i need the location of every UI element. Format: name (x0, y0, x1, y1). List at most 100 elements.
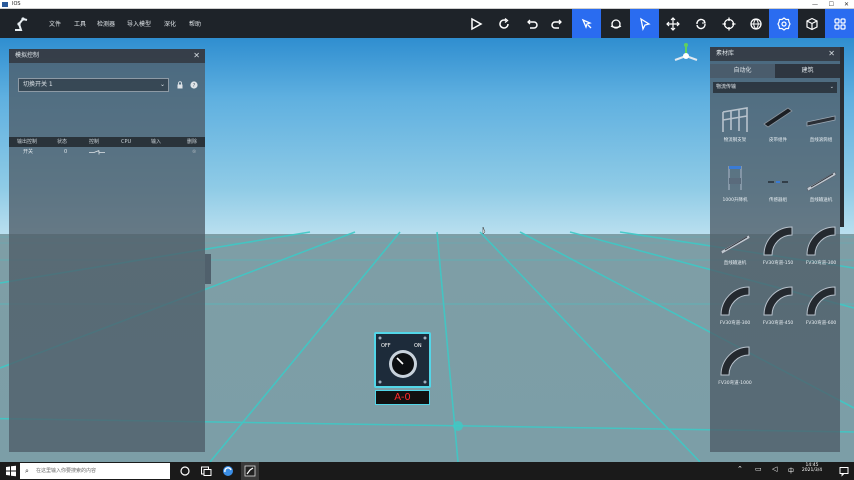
library-item[interactable]: FV30弯道-600 (801, 285, 841, 340)
library-item[interactable]: FV30弯道-300 (715, 285, 755, 340)
taskbar-clock[interactable]: 14:45 2021/3/4 (792, 463, 832, 473)
undo-button[interactable] (516, 9, 545, 38)
library-item-label: FV30弯道-150 (762, 261, 794, 266)
rotate-button[interactable] (686, 9, 715, 38)
roller-conveyor-icon (806, 115, 836, 127)
active-app-button[interactable] (241, 462, 259, 480)
library-item[interactable]: 直线滚筒组 (801, 102, 841, 157)
menu-tools[interactable]: 工具 (74, 19, 86, 28)
asset-library-panel: 素材库 ✕ 自动化 建筑 物流传输 ⌄ 物流钢支架 皮带组件 直线滚筒组 1000升降… (710, 47, 840, 452)
move-button[interactable] (658, 9, 687, 38)
col-control: 控制 (89, 139, 100, 145)
on-label: ON (414, 343, 422, 349)
undo-icon (526, 19, 538, 29)
simulation-control-panel: 模拟控制 ✕ 切换开关 1 ⌄ ? 输出控制 状态 控制 CPU 输入 删除 开… (9, 49, 205, 452)
simulation-control-header: 模拟控制 ✕ (9, 49, 205, 63)
frame-stand-icon (722, 107, 748, 132)
library-item-label: FV30弯道-1000 (718, 381, 752, 386)
belt-conveyor-icon (763, 107, 793, 128)
close-icon[interactable]: ✕ (828, 47, 835, 61)
library-item-label: 物流钢支架 (723, 138, 747, 143)
settings-button[interactable] (769, 9, 798, 38)
move-arrows-icon (665, 16, 680, 31)
rotary-switch-device[interactable]: OFF ON (374, 332, 431, 388)
snap-button[interactable] (714, 9, 743, 38)
library-item[interactable]: 直线输送机 (801, 162, 841, 217)
library-item[interactable]: 直线输送机 (715, 225, 755, 280)
straight-conveyor-icon (720, 234, 751, 255)
tray-chevron-icon[interactable]: ⌃ (737, 465, 743, 473)
network-icon[interactable]: ▭ (755, 465, 762, 473)
library-item[interactable]: 物流钢支架 (715, 102, 755, 157)
maximize-icon[interactable]: ☐ (829, 0, 834, 9)
curve-conveyor-icon (720, 346, 750, 376)
library-item[interactable]: FV30弯道-450 (758, 285, 798, 340)
lock-icon[interactable] (176, 81, 184, 89)
library-item[interactable]: 1000升降机 (715, 162, 755, 217)
view-gizmo-icon[interactable] (672, 42, 700, 70)
browser-app-icon[interactable] (222, 465, 234, 477)
box-select-button[interactable] (572, 9, 601, 38)
minimize-icon[interactable]: — (812, 0, 818, 9)
windows-start-icon[interactable] (5, 465, 17, 477)
main-toolbar: 文件 工具 检测器 导入模型 深化 帮助 (0, 9, 854, 38)
tab-automation[interactable]: 自动化 (710, 64, 775, 78)
close-icon[interactable]: ✕ (193, 49, 200, 63)
switch-symbol-icon[interactable] (89, 150, 105, 155)
knob-icon (378, 336, 427, 384)
panel-resize-handle[interactable] (205, 254, 211, 284)
library-item[interactable]: 传感器组 (758, 162, 798, 217)
menu-help[interactable]: 帮助 (189, 19, 201, 28)
library-item[interactable]: FV30弯道-300 (801, 225, 841, 280)
menu-import-model[interactable]: 导入模型 (127, 19, 151, 28)
library-item-label: 1000升降机 (722, 198, 748, 203)
help-icon[interactable]: ? (190, 81, 198, 89)
library-scrollbar[interactable] (840, 47, 844, 227)
orbit-hand-icon (610, 18, 621, 29)
library-item-label: 传感器组 (769, 198, 787, 203)
category-select[interactable]: 物流传输 ⌄ (713, 82, 837, 93)
table-row[interactable]: 开关 0 ⊗ (9, 147, 205, 158)
library-item[interactable]: 皮带组件 (758, 102, 798, 157)
model-button[interactable] (797, 9, 826, 38)
reload-icon (498, 17, 509, 29)
device-name-label: A-0 (375, 390, 430, 405)
table-header: 输出控制 状态 控制 CPU 输入 删除 (9, 137, 205, 147)
redo-button[interactable] (543, 9, 572, 38)
orbit-view-button[interactable] (601, 9, 630, 38)
close-icon[interactable]: ✕ (844, 0, 849, 9)
library-item[interactable]: FV30弯道-150 (758, 225, 798, 280)
play-button[interactable] (461, 9, 490, 38)
menu-file[interactable]: 文件 (49, 19, 61, 28)
library-item-label: 直线滚筒组 (809, 138, 833, 143)
sensor-icon (768, 181, 788, 183)
device-select[interactable]: 切换开关 1 ⌄ (18, 78, 169, 92)
device-select-value: 切换开关 1 (23, 81, 53, 88)
menu-deepen[interactable]: 深化 (164, 19, 176, 28)
delete-row-icon[interactable]: ⊗ (192, 147, 196, 158)
task-view-icon[interactable] (200, 465, 212, 477)
asset-library-header: 素材库 ✕ (710, 47, 840, 61)
menu-detector[interactable]: 检测器 (97, 19, 115, 28)
chevron-down-icon: ⌄ (829, 84, 834, 90)
reset-button[interactable] (489, 9, 518, 38)
svg-text:?: ? (193, 83, 196, 89)
select-button[interactable] (630, 9, 659, 38)
library-item-label: FV30弯道-300 (719, 321, 751, 326)
search-placeholder: 在这里输入你要搜索的内容 (36, 468, 97, 474)
globe-button[interactable] (741, 9, 770, 38)
col-output-control: 输出控制 (17, 139, 38, 145)
col-delete: 删除 (187, 139, 198, 145)
window-title: IOS (12, 1, 21, 7)
notification-icon[interactable] (838, 465, 850, 477)
category-value: 物流传输 (716, 84, 737, 90)
volume-icon[interactable]: ◁ (772, 465, 777, 473)
library-item[interactable]: FV30弯道-1000 (715, 345, 755, 400)
cursor-icon (639, 17, 651, 31)
tab-building[interactable]: 建筑 (775, 64, 840, 78)
library-button[interactable] (825, 9, 854, 38)
cortana-icon[interactable] (179, 465, 191, 477)
play-icon (470, 17, 483, 30)
crosshair-icon (722, 17, 735, 30)
taskbar-search-input[interactable]: ⌕ 在这里输入你要搜索的内容 (20, 463, 170, 479)
